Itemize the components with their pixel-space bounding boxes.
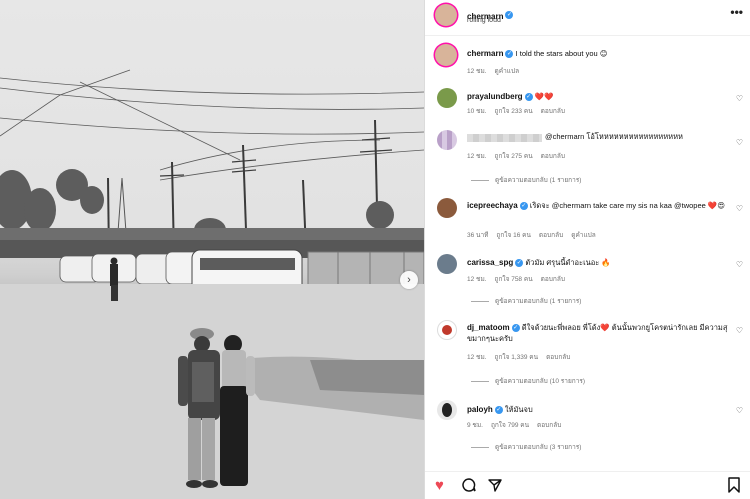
comment-text: ตัวมัม ศรุนนี้ดำอะเนอะ 🔥 [525,258,611,267]
comment-text: ให้มันจบ [504,405,533,414]
divider [471,446,489,448]
view-replies-label: ดูข้อความตอบกลับ (3 รายการ) [495,444,582,451]
instagram-post-view: › chermarn ✓ rolling loud ••• chermarn ✓ I… [0,0,750,499]
comment-meta: 12 ชม. ถูกใจ 1,339 คน ตอบกลับ [467,352,578,362]
comment-icon[interactable] [461,477,477,497]
verified-icon: ✓ [505,50,514,59]
verified-icon: ✓ [505,10,514,19]
view-replies-link[interactable]: ดูข้อความตอบกลับ (1 รายการ) [471,296,581,306]
caption-time: 12 ชม. [467,68,487,75]
comment-time: 36 นาที [467,232,489,239]
comment-meta: 9 ชม. ถูกใจ 799 คน ตอบกลับ [467,420,569,430]
comment-likes[interactable]: ถูกใจ 799 คน [491,422,529,429]
comment-avatar[interactable] [437,88,457,108]
reply-link[interactable]: ตอบกลับ [539,232,563,239]
comment-text: ❤️❤️ [534,92,554,101]
caption: chermarn ✓ I told the stars about you 😊 [467,48,737,59]
like-comment-icon[interactable]: ♡ [736,138,743,147]
post-photo[interactable]: › [0,0,424,499]
verified-icon: ✓ [519,202,528,211]
post-header: chermarn ✓ rolling loud ••• [425,0,750,36]
verified-icon: ✓ [494,406,503,415]
like-comment-icon[interactable]: ♡ [736,94,743,103]
verified-icon: ✓ [511,324,520,333]
heart-filled-icon[interactable]: ♥ [435,477,444,494]
view-replies-label: ดูข้อความตอบกลับ (1 รายการ) [495,177,582,184]
like-comment-icon[interactable]: ♡ [736,406,743,415]
view-replies-link[interactable]: ดูข้อความตอบกลับ (3 รายการ) [471,442,581,452]
verified-icon: ✓ [515,259,524,268]
blurred-username [467,134,542,142]
share-glyph [488,479,502,492]
comment-likes[interactable]: ถูกใจ 16 คน [496,232,531,239]
comment-avatar[interactable] [437,320,457,340]
caption-avatar[interactable] [435,44,457,66]
bookmark-glyph [728,477,740,493]
reply-link[interactable]: ตอบกลับ [541,276,565,283]
divider [471,179,489,181]
comment-meta: 10 ชม. ถูกใจ 233 คน ตอบกลับ [467,106,573,116]
reply-link[interactable]: ตอบกลับ [537,422,561,429]
avatar-mark [442,325,452,335]
comment-avatar[interactable] [437,400,457,420]
post-actions-bar: ♥ [425,471,750,499]
view-replies-label: ดูข้อความตอบกลับ (10 รายการ) [495,378,585,385]
comment-likes[interactable]: ถูกใจ 275 คน [495,153,533,160]
post-sidebar: chermarn ✓ rolling loud ••• chermarn ✓ I t… [424,0,750,499]
comment-username[interactable]: paloyh [467,405,493,414]
post-subtitle[interactable]: rolling loud [467,17,501,24]
comment-time: 10 ชม. [467,108,487,115]
comment-glyph [462,478,476,492]
comment-username[interactable]: icepreechaya [467,201,518,210]
next-photo-button[interactable]: › [400,271,418,289]
reply-link[interactable]: ตอบกลับ [546,354,570,361]
comment: icepreechaya ✓ เริดจะ @chermarn take care… [467,200,732,211]
caption-username[interactable]: chermarn [467,49,503,58]
reply-link[interactable]: ตอบกลับ [541,153,565,160]
like-comment-icon[interactable]: ♡ [736,204,743,213]
comment-text: เริดจะ @chermarn take care my sis na kaa… [529,201,726,210]
divider [471,300,489,302]
more-options-icon[interactable]: ••• [730,5,743,19]
share-icon[interactable] [487,477,503,497]
comment-time: 12 ชม. [467,153,487,160]
comment-username[interactable]: prayalundberg [467,92,523,101]
divider [471,380,489,382]
bookmark-icon[interactable] [727,477,741,497]
comment-likes[interactable]: ถูกใจ 233 คน [495,108,533,115]
comment-meta: 12 ชม. ถูกใจ 275 คน ตอบกลับ [467,151,573,161]
comment: dj_matoom ✓ ดีใจด้วยนะพี่พลอย พี่โด้ง❤️ ต… [467,322,732,344]
view-replies-link[interactable]: ดูข้อความตอบกลับ (1 รายการ) [471,175,581,185]
comment-time: 12 ชม. [467,276,487,283]
like-comment-icon[interactable]: ♡ [736,326,743,335]
comment-time: 12 ชม. [467,354,487,361]
verified-icon: ✓ [524,93,533,102]
comment-likes[interactable]: ถูกใจ 758 คน [495,276,533,283]
reply-link[interactable]: ตอบกลับ [541,108,565,115]
comment-meta: 12 ชม. ถูกใจ 758 คน ตอบกลับ [467,274,573,284]
comment-avatar[interactable] [437,130,457,150]
see-translation-link[interactable]: ดูคำแปล [495,68,520,75]
avatar-mark [442,403,452,417]
comment: carissa_spg ✓ ตัวมัม ศรุนนี้ดำอะเนอะ 🔥 [467,257,732,268]
comment: paloyh ✓ ให้มันจบ [467,404,732,415]
photo-scene [0,69,424,499]
comment-meta: 36 นาที ถูกใจ 16 คน ตอบกลับ ดูคำแปล [467,230,604,240]
comment-time: 9 ชม. [467,422,483,429]
comment: prayalundberg ✓ ❤️❤️ [467,91,727,102]
view-replies-link[interactable]: ดูข้อความตอบกลับ (10 รายการ) [471,376,585,386]
comment-avatar[interactable] [437,254,457,274]
see-translation-link[interactable]: ดูคำแปล [571,232,596,239]
view-replies-label: ดูข้อความตอบกลับ (1 รายการ) [495,298,582,305]
comment-avatar[interactable] [437,198,457,218]
like-comment-icon[interactable]: ♡ [736,260,743,269]
comment-username[interactable]: dj_matoom [467,323,510,332]
comment-likes[interactable]: ถูกใจ 1,339 คน [495,354,539,361]
comment-text: @chermarn โอ้โหหหหหหหหหหหหหหหหห [545,132,683,141]
comment-username[interactable]: carissa_spg [467,258,513,267]
caption-text: I told the stars about you 😊 [515,49,608,58]
author-avatar[interactable] [435,4,457,26]
caption-meta: 12 ชม. ดูคำแปล [467,66,527,76]
